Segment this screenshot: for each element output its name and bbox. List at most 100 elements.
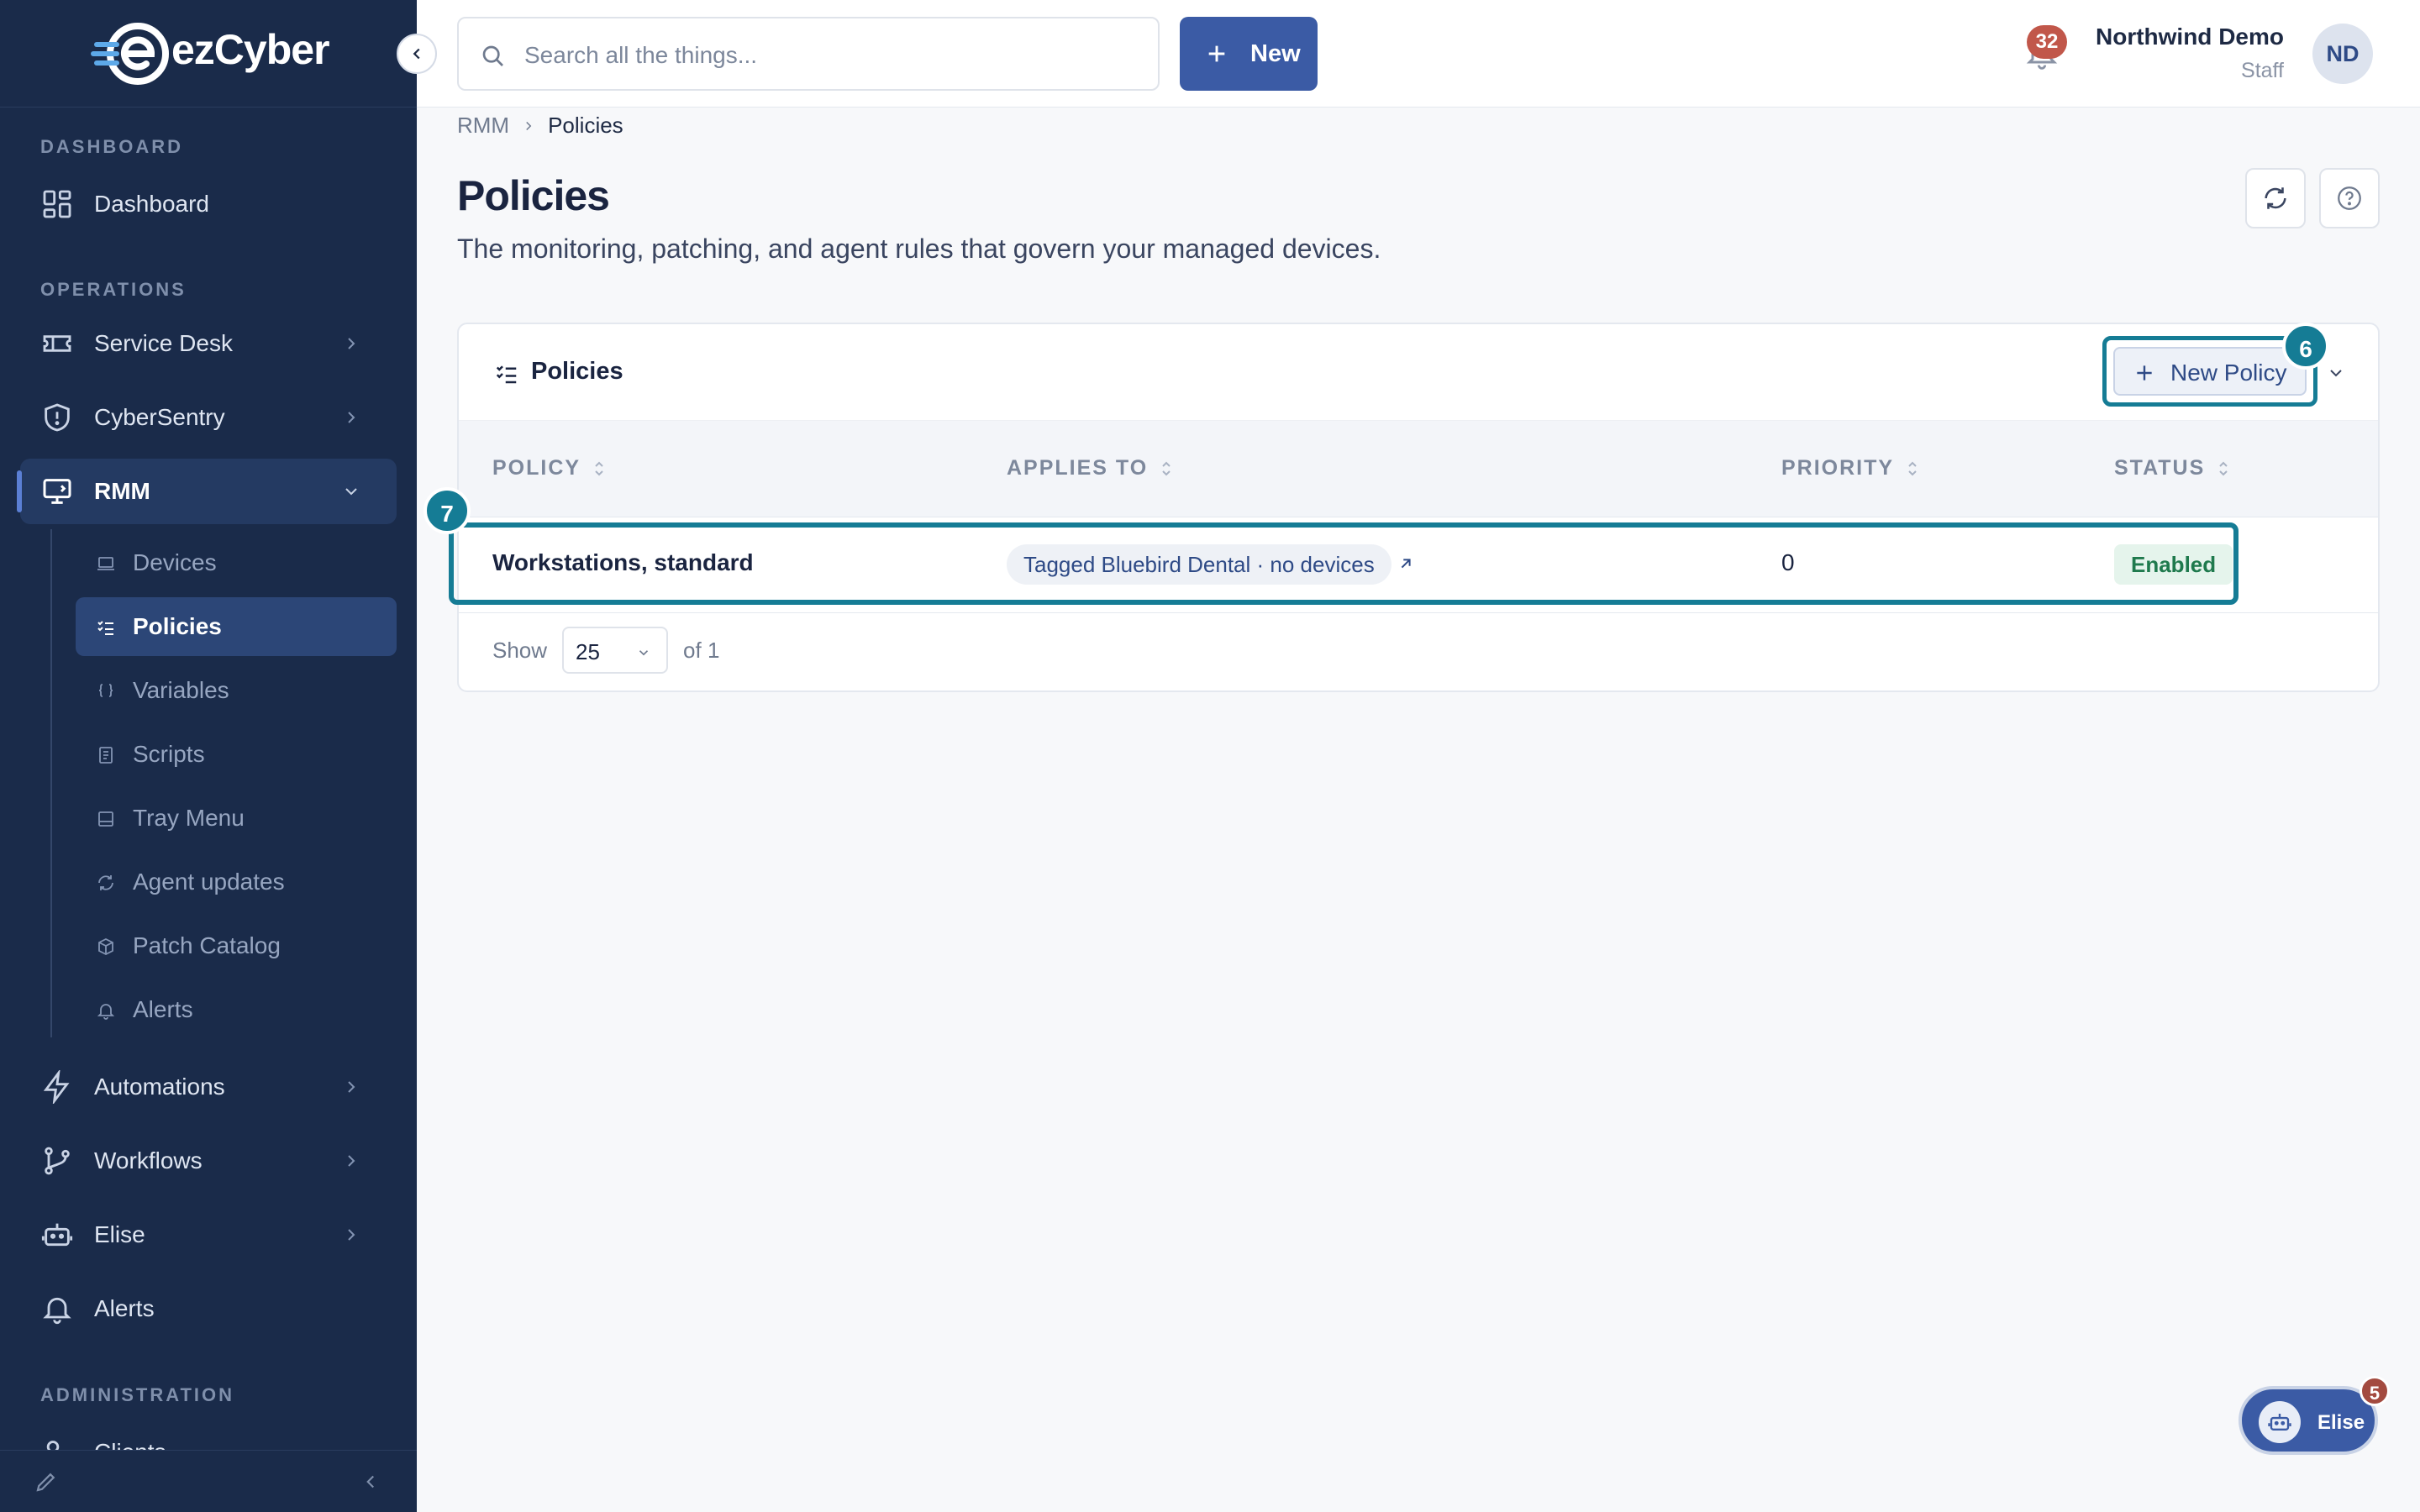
scroll-icon <box>96 745 116 765</box>
new-button[interactable]: New <box>1180 17 1318 91</box>
bell-icon <box>96 1000 116 1021</box>
lightning-icon <box>40 1070 74 1104</box>
sidebar-subitem-alerts[interactable]: Alerts <box>76 980 397 1039</box>
elise-assistant-button[interactable]: Elise <box>2238 1386 2378 1455</box>
sidebar-item-label: Elise <box>94 1221 145 1247</box>
help-button[interactable] <box>2319 168 2380 228</box>
section-administration-heading: ADMINISTRATION <box>40 1384 235 1405</box>
sidebar-item-label: Automations <box>94 1074 225 1100</box>
sidebar-footer <box>0 1450 417 1512</box>
git-branch-icon <box>40 1144 74 1178</box>
brand-name: ezCyber <box>171 26 330 73</box>
sidebar-collapse-button[interactable] <box>397 34 437 74</box>
sidebar-subitem-devices[interactable]: Devices <box>76 533 397 592</box>
sidebar-subitem-label: Patch Catalog <box>133 932 281 958</box>
sidebar-subitem-label: Tray Menu <box>133 805 245 831</box>
search-icon <box>479 42 506 69</box>
elise-badge: 5 <box>2360 1376 2390 1406</box>
braces-icon <box>96 681 116 701</box>
sort-icon <box>2217 459 2230 478</box>
column-header-policy[interactable]: POLICY <box>492 456 606 480</box>
shield-icon <box>40 401 74 434</box>
sidebar-subitem-variables[interactable]: Variables <box>76 661 397 720</box>
sidebar-subitem-label: Policies <box>133 613 222 639</box>
edit-pencil-icon[interactable] <box>34 1469 59 1494</box>
sidebar-item-dashboard[interactable]: Dashboard <box>20 171 397 237</box>
sidebar-subitem-scripts[interactable]: Scripts <box>76 725 397 784</box>
page-subtitle: The monitoring, patching, and agent rule… <box>457 234 1381 264</box>
breadcrumb-parent-link[interactable]: RMM <box>457 113 509 139</box>
checklist-icon <box>96 617 116 638</box>
column-header-status[interactable]: STATUS <box>2114 456 2230 480</box>
avatar[interactable]: ND <box>2312 24 2373 84</box>
sidebar-subitem-tray-menu[interactable]: Tray Menu <box>76 789 397 848</box>
sidebar-item-alerts[interactable]: Alerts <box>20 1276 397 1341</box>
laptop-icon <box>96 554 116 574</box>
dashboard-grid-icon <box>40 187 74 221</box>
step-marker-row: 7 <box>424 487 471 534</box>
refresh-icon <box>96 873 116 893</box>
search-placeholder: Search all the things... <box>524 42 758 68</box>
sidebar-subitem-label: Scripts <box>133 741 205 767</box>
sidebar-subitem-policies[interactable]: Policies <box>76 597 397 656</box>
sidebar-item-automations[interactable]: Automations <box>20 1054 397 1120</box>
column-header-label: PRIORITY <box>1781 456 1895 480</box>
pager-of-label: of 1 <box>683 637 720 663</box>
chevron-right-icon <box>341 1151 361 1171</box>
applies-to-chip[interactable]: Tagged Bluebird Dental · no devices <box>1007 544 1392 585</box>
section-dashboard-heading: DASHBOARD <box>40 136 183 157</box>
sidebar-item-service-desk[interactable]: Service Desk <box>20 311 397 376</box>
submenu-guide-line <box>50 529 52 1037</box>
sidebar-item-cybersentry[interactable]: CyberSentry <box>20 385 397 450</box>
policies-card: Policies New Policy 6 POLICY APPLIES TO … <box>424 323 2380 692</box>
sidebar-subitem-label: Variables <box>133 677 229 703</box>
status-badge: Enabled <box>2114 544 2233 585</box>
elise-label: Elise <box>2317 1411 2365 1434</box>
column-header-priority[interactable]: PRIORITY <box>1781 456 1919 480</box>
sidebar-subitem-label: Agent updates <box>133 869 285 895</box>
refresh-button[interactable] <box>2245 168 2306 228</box>
sidebar-subitem-label: Devices <box>133 549 217 575</box>
new-button-label: New <box>1250 40 1301 67</box>
sidebar-subitem-patch-catalog[interactable]: Patch Catalog <box>76 916 397 975</box>
page-size-value: 25 <box>576 639 600 664</box>
policy-name-cell[interactable]: Workstations, standard <box>492 549 754 576</box>
sidebar-item-rmm[interactable]: RMM <box>17 459 397 524</box>
table-header: POLICY APPLIES TO PRIORITY STATUS <box>459 420 2378 517</box>
brand-header: ezCyber <box>0 0 417 108</box>
sidebar: ezCyber DASHBOARD Dashboard OPERATIONS S… <box>0 0 417 1512</box>
sidebar-item-label: Service Desk <box>94 330 233 356</box>
sidebar-item-workflows[interactable]: Workflows <box>20 1128 397 1194</box>
bell-icon <box>40 1292 74 1326</box>
collapse-sidebar-chevron-icon[interactable] <box>360 1471 381 1493</box>
chevron-right-icon <box>341 1225 361 1245</box>
column-header-label: STATUS <box>2114 456 2206 480</box>
column-header-label: APPLIES TO <box>1007 456 1149 480</box>
chevron-down-icon <box>341 481 361 501</box>
search-input[interactable]: Search all the things... <box>457 17 1160 91</box>
sidebar-subitem-agent-updates[interactable]: Agent updates <box>76 853 397 911</box>
user-name[interactable]: Northwind Demo <box>2096 24 2284 50</box>
robot-icon <box>2259 1401 2301 1443</box>
breadcrumb-current: Policies <box>548 113 623 138</box>
step-marker-new-policy: 6 <box>2282 323 2329 370</box>
external-link-icon[interactable] <box>1397 554 1415 573</box>
plus-icon <box>2133 362 2155 384</box>
sidebar-item-elise[interactable]: Elise <box>20 1202 397 1268</box>
sort-icon <box>592 459 606 478</box>
breadcrumb: RMM Policies <box>457 113 623 139</box>
brand-logo-icon[interactable] <box>91 22 171 86</box>
sidebar-item-label: Dashboard <box>94 191 209 217</box>
chevron-right-icon <box>521 118 536 134</box>
package-icon <box>96 937 116 957</box>
notification-count-badge: 32 <box>2027 25 2067 59</box>
page-size-select[interactable]: 25 <box>562 627 669 674</box>
new-policy-dropdown-chevron-icon[interactable] <box>2326 363 2346 383</box>
column-header-applies-to[interactable]: APPLIES TO <box>1007 456 1173 480</box>
sort-icon <box>1160 459 1173 478</box>
new-policy-button[interactable]: New Policy <box>2113 347 2307 396</box>
pagination: Show 25 of 1 <box>492 627 719 674</box>
section-operations-heading: OPERATIONS <box>40 279 187 300</box>
chevron-right-icon <box>341 1077 361 1097</box>
table-row[interactable]: Workstations, standard Tagged Bluebird D… <box>449 517 2378 613</box>
